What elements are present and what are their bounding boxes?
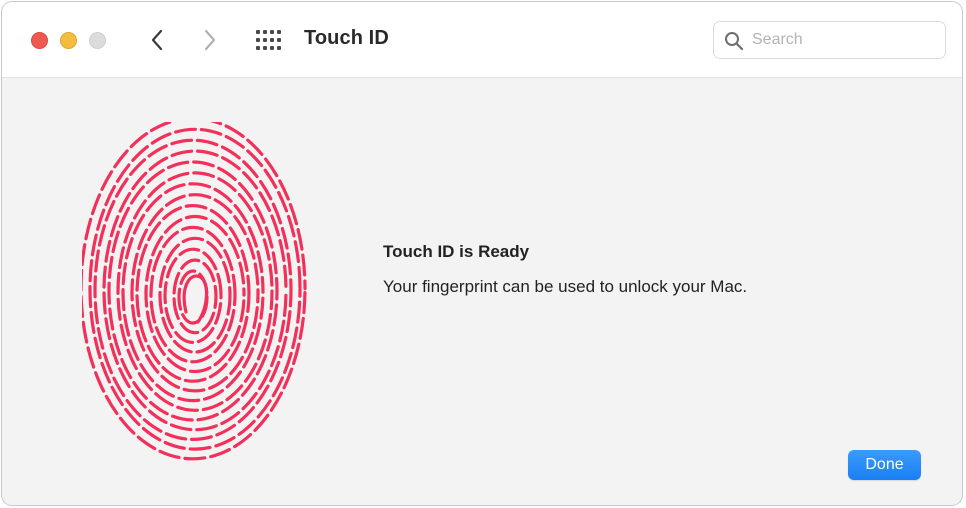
window-title: Touch ID xyxy=(304,27,389,49)
back-button[interactable] xyxy=(143,26,171,54)
title-bar: Touch ID xyxy=(2,2,962,78)
status-heading: Touch ID is Ready xyxy=(383,242,530,261)
search-icon xyxy=(725,32,744,51)
forward-button[interactable] xyxy=(196,26,224,54)
close-window-button[interactable] xyxy=(31,32,48,49)
minimize-window-button[interactable] xyxy=(60,32,77,49)
chevron-right-icon xyxy=(204,29,216,51)
zoom-window-button[interactable] xyxy=(89,32,106,49)
chevron-left-icon xyxy=(151,29,163,51)
status-message: Your fingerprint can be used to unlock y… xyxy=(383,277,748,296)
fingerprint-icon xyxy=(82,122,307,461)
search-input[interactable] xyxy=(752,22,937,58)
grid-icon xyxy=(256,30,281,50)
show-all-button[interactable] xyxy=(255,28,283,52)
system-preferences-window: Touch ID Touch ID is Ready Your fingerpr… xyxy=(1,1,963,506)
fingerprint-ridge xyxy=(158,236,232,354)
search-field[interactable] xyxy=(713,21,946,59)
fingerprint-ridge xyxy=(135,203,251,383)
fingerprint-ridge xyxy=(163,247,223,345)
done-button[interactable]: Done xyxy=(848,450,921,480)
